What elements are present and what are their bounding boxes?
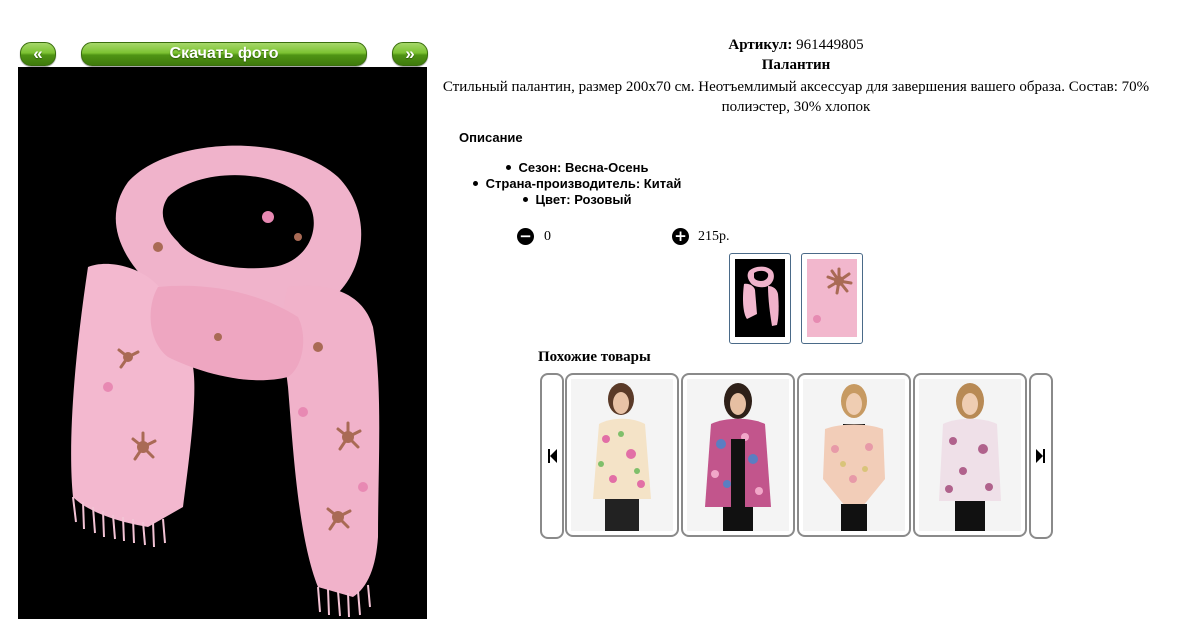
plus-circle-icon[interactable]: + — [672, 228, 689, 245]
spec-item-season: Сезон: Весна-Осень — [437, 160, 717, 176]
spec-item-country: Страна-производитель: Китай — [437, 176, 717, 192]
article-label: Артикул: — [728, 37, 793, 53]
article-line: Артикул: 961449805 — [437, 37, 1155, 54]
thumbnail-detail-image — [807, 259, 857, 337]
skip-back-icon — [548, 449, 557, 463]
bullet-icon — [505, 165, 511, 171]
download-photo-button[interactable]: Скачать фото — [81, 42, 367, 66]
model-photo — [687, 379, 789, 531]
photo-thumbnail-2[interactable] — [801, 253, 863, 344]
similar-product-4[interactable] — [913, 373, 1027, 537]
similar-product-3[interactable] — [797, 373, 911, 537]
description-heading: Описание — [459, 130, 523, 145]
carousel-next-button[interactable] — [1029, 373, 1053, 539]
article-number: 961449805 — [796, 37, 864, 53]
product-title: Палантин — [761, 57, 831, 73]
model-photo — [919, 379, 1021, 531]
thumbnail-scarf-image — [735, 259, 785, 337]
similar-product-1[interactable] — [565, 373, 679, 537]
model-photo — [571, 379, 673, 531]
specs-list: Сезон: Весна-Осень Страна-производитель:… — [437, 160, 717, 208]
model-photo — [803, 379, 905, 531]
quantity-value: 0 — [544, 229, 551, 244]
spec-item-color: Цвет: Розовый — [437, 192, 717, 208]
photo-thumbnail-1[interactable] — [729, 253, 791, 344]
product-description: Стильный палантин, размер 200х70 см. Нео… — [442, 79, 1150, 115]
bullet-icon — [522, 197, 528, 203]
main-product-photo — [18, 67, 427, 619]
skip-forward-icon — [1036, 449, 1045, 463]
similar-product-2[interactable] — [681, 373, 795, 537]
prev-photo-button[interactable]: « — [20, 42, 56, 66]
bullet-icon — [472, 181, 478, 187]
carousel-prev-button[interactable] — [540, 373, 564, 539]
next-photo-button[interactable]: » — [392, 42, 428, 66]
similar-products-heading: Похожие товары — [538, 349, 651, 365]
scarf-image — [18, 67, 427, 619]
minus-circle-icon[interactable]: − — [517, 228, 534, 245]
price-value: 215р. — [698, 229, 730, 244]
